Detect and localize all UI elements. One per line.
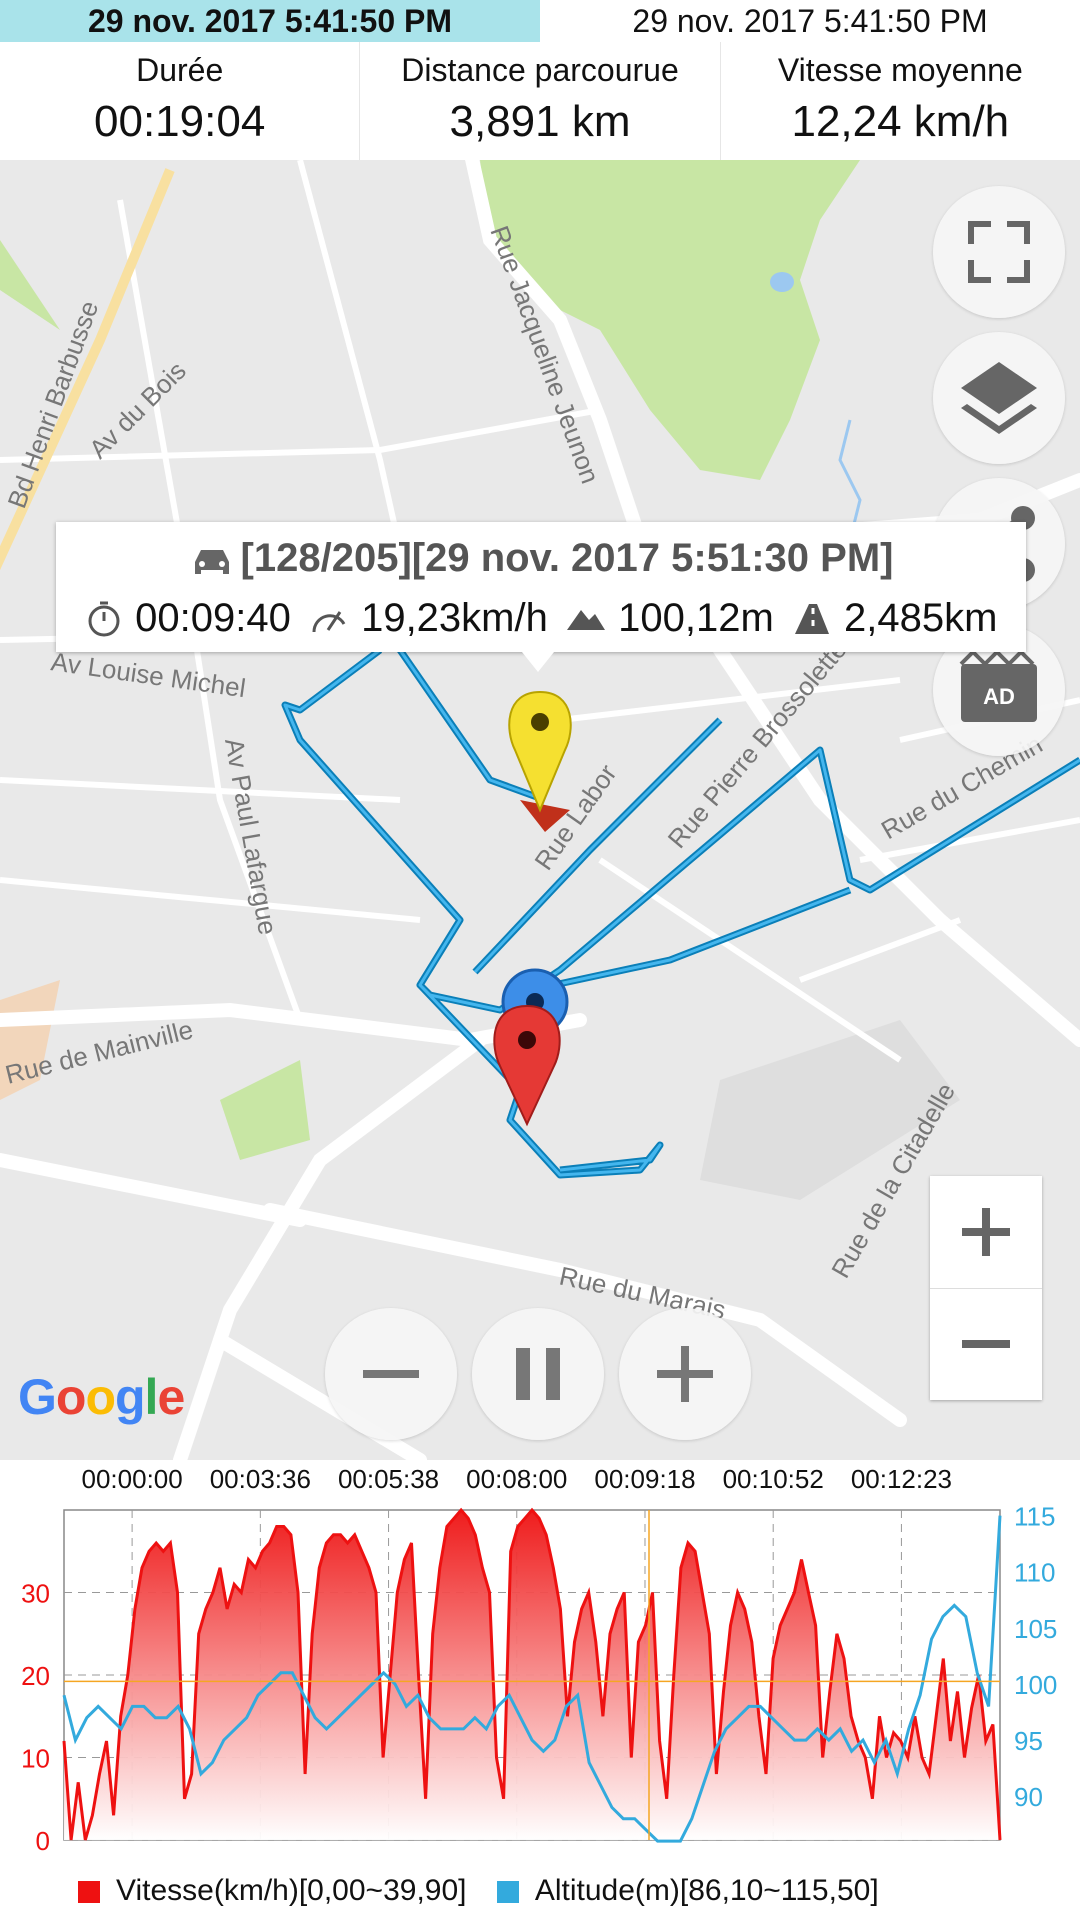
speed-swatch [78, 1881, 100, 1904]
stat-average-speed: Vitesse moyenne 12,24 km/h [721, 42, 1080, 160]
google-logo: Google [18, 1369, 185, 1425]
tooltip-time: 00:09:40 [135, 595, 291, 640]
end-marker[interactable] [493, 1004, 561, 1127]
car-icon [194, 550, 229, 575]
zoom-out-button[interactable] [930, 1288, 1042, 1400]
tooltip-speed: 19,23km/h [361, 595, 548, 640]
stat-duration: Durée 00:19:04 [0, 42, 361, 160]
legend-speed: Vitesse(km/h)[0,00~39,90] [116, 1874, 467, 1907]
slower-button[interactable] [325, 1308, 457, 1440]
zoom-out-icon [962, 1340, 1010, 1348]
current-time: 29 nov. 2017 5:41:50 PM [632, 3, 988, 39]
stats-row: Durée 00:19:04 Distance parcourue 3,891 … [0, 42, 1080, 160]
street-label: Av Louise Michel [49, 646, 247, 703]
stat-label: Vitesse moyenne [777, 52, 1023, 88]
y-right-tick-label: 95 [1014, 1726, 1043, 1756]
y-right-tick-label: 115 [1014, 1502, 1055, 1532]
time-bar: 29 nov. 2017 5:41:50 PM 29 nov. 2017 5:4… [0, 0, 1080, 42]
faster-button[interactable] [619, 1308, 751, 1440]
x-tick-label: 00:05:38 [338, 1464, 439, 1494]
layers-icon [961, 362, 1037, 434]
y-left-tick-label: 20 [21, 1661, 50, 1691]
y-left-tick-label: 0 [36, 1826, 50, 1856]
x-tick-label: 00:00:00 [82, 1464, 183, 1494]
x-tick-label: 00:12:23 [851, 1464, 952, 1494]
street-label: Av Paul Lafargue [219, 736, 283, 937]
stat-label: Durée [136, 52, 224, 88]
x-tick-label: 00:10:52 [723, 1464, 824, 1494]
y-right-tick-label: 105 [1014, 1614, 1057, 1644]
tooltip-distance: 2,485km [844, 595, 998, 640]
mountain-icon [566, 610, 605, 631]
speedometer-icon [312, 611, 346, 633]
map-view[interactable]: Bd Henri Barbusse Av du Bois Rue Jacquel… [0, 160, 1080, 1460]
pause-icon [516, 1348, 560, 1400]
x-tick-label: 00:09:18 [594, 1464, 695, 1494]
zoom-in-icon [962, 1208, 1010, 1256]
pause-button[interactable] [472, 1308, 604, 1440]
stat-value: 12,24 km/h [791, 97, 1010, 146]
tooltip-title: [128/205][29 nov. 2017 5:51:30 PM] [240, 536, 894, 580]
speed-area [64, 1510, 1000, 1840]
street-label: Av du Bois [83, 355, 192, 464]
x-tick-label: 00:03:36 [210, 1464, 311, 1494]
stat-value: 00:19:04 [94, 97, 266, 146]
zoom-controls [930, 1176, 1042, 1400]
y-left-tick-label: 10 [21, 1744, 50, 1774]
stat-label: Distance parcourue [401, 52, 679, 88]
street-label: Rue Pierre Brossolette [662, 634, 853, 854]
faster-icon [657, 1346, 713, 1402]
trackpoint-tooltip: [128/205][29 nov. 2017 5:51:30 PM] 00:09… [56, 522, 1026, 652]
stat-value: 3,891 km [449, 97, 631, 146]
map-canvas: Bd Henri Barbusse Av du Bois Rue Jacquel… [0, 160, 1080, 1460]
tooltip-altitude: 100,12m [618, 595, 774, 640]
x-tick-label: 00:08:00 [466, 1464, 567, 1494]
y-right-tick-label: 90 [1014, 1782, 1043, 1812]
ad-label: AD [983, 684, 1015, 709]
road-icon [794, 604, 829, 635]
altitude-swatch [496, 1881, 519, 1904]
chart-legend: Vitesse(km/h)[0,00~39,90] Altitude(m)[86… [78, 1874, 879, 1908]
y-right-tick-label: 110 [1014, 1558, 1055, 1588]
fullscreen-button[interactable] [933, 186, 1065, 318]
y-left-tick-label: 30 [21, 1579, 50, 1609]
zoom-in-button[interactable] [930, 1176, 1042, 1289]
legend-altitude: Altitude(m)[86,10~115,50] [534, 1874, 879, 1907]
street-label: Bd Henri Barbusse [1, 297, 104, 512]
layers-button[interactable] [933, 332, 1065, 464]
speed-altitude-chart[interactable]: 0 10 20 30 90 95 100 105 110 115 00:00:00 00:03:36 0… [0, 1460, 1080, 1920]
stopwatch-icon [88, 601, 120, 637]
slower-icon [363, 1370, 419, 1378]
y-right-tick-label: 100 [1014, 1670, 1057, 1700]
stat-distance: Distance parcourue 3,891 km [360, 42, 721, 160]
start-time: 29 nov. 2017 5:41:50 PM [0, 0, 540, 42]
chart-canvas[interactable]: 0 10 20 30 90 95 100 105 110 115 00:00:00 00:03:36 0… [0, 1460, 1080, 1870]
fullscreen-icon [968, 221, 1030, 283]
tooltip-pointer [522, 652, 554, 672]
